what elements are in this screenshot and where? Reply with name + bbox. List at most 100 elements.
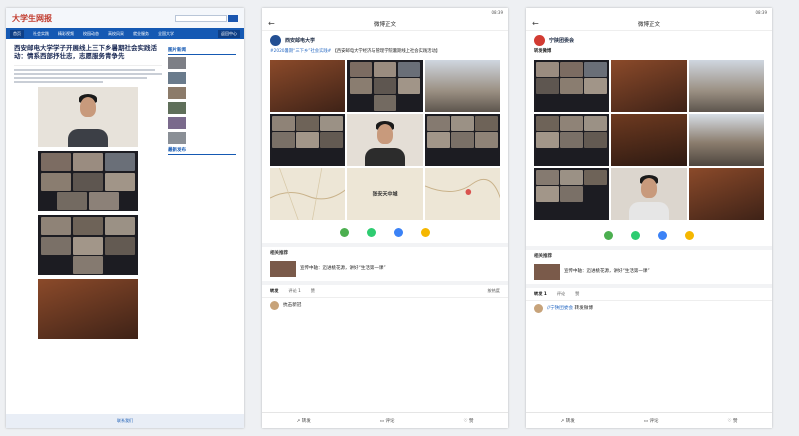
page-title: 微博正文 bbox=[373, 21, 396, 28]
like-button[interactable]: ♡ 赞 bbox=[728, 418, 738, 424]
back-arrow-icon[interactable]: ← bbox=[268, 19, 282, 28]
photo-thumbnail[interactable] bbox=[270, 113, 346, 166]
news-webpage-screenshot: 大学生网报 首页 社会实践 精彩视频 校园动态 高校风采 就业服务 全国大学 返… bbox=[6, 8, 244, 428]
post-author[interactable]: 西安邮电大学 bbox=[285, 37, 315, 44]
comment-button[interactable]: ▭ 评论 bbox=[644, 418, 659, 424]
site-footer[interactable]: 联系我们 bbox=[6, 414, 244, 428]
nav-item-universities[interactable]: 全国大学 bbox=[158, 31, 174, 37]
sidebar-heading-photos: 图片新闻 bbox=[168, 47, 236, 55]
sidebar-news-item[interactable] bbox=[168, 132, 236, 144]
interaction-tabs: 转发 评论 1 赞 按热度 bbox=[262, 285, 508, 298]
interaction-tabs: 转发 1 评论 赞 bbox=[526, 288, 772, 301]
qq-share-icon[interactable] bbox=[394, 227, 403, 237]
sidebar-heading-latest: 最新发布 bbox=[168, 147, 236, 155]
status-bar: 08:39 bbox=[262, 8, 508, 17]
repost-button[interactable]: ↗ 转发 bbox=[297, 418, 311, 424]
topic-tag[interactable]: #2020暑期“三下乡”社会实践# bbox=[270, 49, 331, 54]
map-label: 张安天中城 bbox=[372, 191, 398, 198]
site-logo[interactable]: 大学生网报 bbox=[12, 13, 52, 24]
repost-button[interactable]: ↗ 转发 bbox=[561, 418, 575, 424]
list-item[interactable]: //宁陕团委会 转发微博 bbox=[526, 301, 772, 316]
search-button[interactable] bbox=[228, 14, 238, 22]
tab-comments[interactable]: 评论 bbox=[557, 291, 565, 297]
search-input[interactable] bbox=[175, 14, 227, 22]
photo-thumbnail[interactable] bbox=[611, 113, 687, 166]
qzone-share-icon[interactable] bbox=[421, 227, 430, 237]
nav-item-home[interactable]: 首页 bbox=[10, 29, 24, 38]
recommend-title: 宣传中轴：迈进桃花源，讲好“生活第一课” bbox=[300, 265, 386, 271]
comment-mention[interactable]: //宁陕团委会 bbox=[547, 306, 573, 311]
avatar[interactable] bbox=[270, 300, 279, 310]
sidebar-news-item[interactable] bbox=[168, 57, 236, 69]
photo-thumbnail[interactable]: 张安天中城 bbox=[347, 167, 423, 220]
bottom-action-bar: ↗ 转发 ▭ 评论 ♡ 赞 bbox=[526, 412, 772, 428]
repost-label: 转发微博 bbox=[534, 49, 552, 54]
text-line bbox=[14, 73, 162, 75]
tab-comments[interactable]: 评论 1 bbox=[288, 288, 300, 294]
avatar[interactable] bbox=[270, 35, 281, 46]
sidebar-news-item[interactable] bbox=[168, 102, 236, 114]
moments-share-icon[interactable] bbox=[367, 227, 376, 237]
tab-likes[interactable]: 赞 bbox=[575, 291, 579, 297]
main-nav: 首页 社会实践 精彩视频 校园动态 高校风采 就业服务 全国大学 返回中心 bbox=[6, 28, 244, 39]
photo-thumbnail[interactable] bbox=[424, 167, 500, 220]
photo-thumbnail[interactable] bbox=[424, 59, 500, 112]
tab-likes[interactable]: 赞 bbox=[311, 288, 315, 294]
photo-thumbnail[interactable] bbox=[534, 113, 610, 166]
qzone-share-icon[interactable] bbox=[685, 230, 694, 240]
tab-reposts[interactable]: 转发 bbox=[270, 288, 278, 294]
post-actions bbox=[262, 227, 508, 237]
back-arrow-icon[interactable]: ← bbox=[532, 19, 546, 28]
photo-thumbnail[interactable] bbox=[688, 167, 764, 220]
photo-grid bbox=[534, 59, 764, 220]
comment-text: //宁陕团委会 转发微博 bbox=[547, 305, 593, 311]
avatar[interactable] bbox=[534, 303, 543, 313]
photo-thumbnail[interactable] bbox=[424, 113, 500, 166]
sidebar-news-item[interactable] bbox=[168, 72, 236, 84]
photo-thumbnail[interactable] bbox=[534, 167, 610, 220]
photo-thumbnail[interactable] bbox=[534, 59, 610, 112]
tab-reposts[interactable]: 转发 1 bbox=[534, 291, 547, 297]
app-header: ← 微博正文 bbox=[262, 17, 508, 31]
photo-thumbnail[interactable] bbox=[347, 59, 423, 112]
photo-thumbnail[interactable] bbox=[611, 167, 687, 220]
recommend-title: 宣传中轴：迈进桃花源，讲好“生活第一课” bbox=[564, 268, 650, 274]
list-item[interactable]: 抗击新冠 bbox=[262, 298, 508, 313]
avatar[interactable] bbox=[534, 35, 545, 46]
photo-thumbnail[interactable] bbox=[688, 59, 764, 112]
sort-by-hot[interactable]: 按热度 bbox=[487, 288, 500, 294]
site-header: 大学生网报 bbox=[6, 8, 244, 28]
photo-thumbnail[interactable] bbox=[270, 59, 346, 112]
article-photo-video-call bbox=[38, 151, 138, 211]
article-body: 西安邮电大学学子开展线上三下乡暑期社会实践活动：情系西部抒壮志，志愿服务青争先 bbox=[14, 44, 162, 343]
recommend-thumbnail bbox=[270, 260, 296, 277]
nav-return-button[interactable]: 返回中心 bbox=[218, 29, 240, 38]
comment-button[interactable]: ▭ 评论 bbox=[380, 418, 395, 424]
recommend-item[interactable]: 宣传中轴：迈进桃花源，讲好“生活第一课” bbox=[262, 259, 508, 281]
photo-thumbnail[interactable] bbox=[270, 167, 346, 220]
nav-item-practice[interactable]: 社会实践 bbox=[33, 31, 49, 37]
photo-thumbnail[interactable] bbox=[347, 113, 423, 166]
wechat-share-icon[interactable] bbox=[340, 227, 349, 237]
wechat-share-icon[interactable] bbox=[604, 230, 613, 240]
photo-thumbnail[interactable] bbox=[688, 113, 764, 166]
status-time: 08:39 bbox=[491, 10, 503, 15]
bottom-action-bar: ↗ 转发 ▭ 评论 ♡ 赞 bbox=[262, 412, 508, 428]
nav-item-campus[interactable]: 校园动态 bbox=[83, 31, 99, 37]
recommend-heading: 相关推荐 bbox=[534, 253, 552, 259]
nav-item-video[interactable]: 精彩视频 bbox=[58, 31, 74, 37]
map-lines bbox=[270, 167, 346, 220]
article-meta bbox=[14, 63, 162, 66]
like-button[interactable]: ♡ 赞 bbox=[464, 418, 474, 424]
post-author[interactable]: 宁陕团委会 bbox=[549, 37, 574, 44]
sidebar-news-item[interactable] bbox=[168, 87, 236, 99]
nav-item-jobs[interactable]: 就业服务 bbox=[133, 31, 149, 37]
sidebar-news-item[interactable] bbox=[168, 117, 236, 129]
recommend-item[interactable]: 宣传中轴：迈进桃花源，讲好“生活第一课” bbox=[526, 262, 772, 284]
article-photo-video-call-2 bbox=[38, 215, 138, 275]
qq-share-icon[interactable] bbox=[658, 230, 667, 240]
moments-share-icon[interactable] bbox=[631, 230, 640, 240]
nav-item-schools[interactable]: 高校风采 bbox=[108, 31, 124, 37]
photo-thumbnail[interactable] bbox=[611, 59, 687, 112]
site-logo-text: 大学生网报 bbox=[12, 12, 52, 23]
